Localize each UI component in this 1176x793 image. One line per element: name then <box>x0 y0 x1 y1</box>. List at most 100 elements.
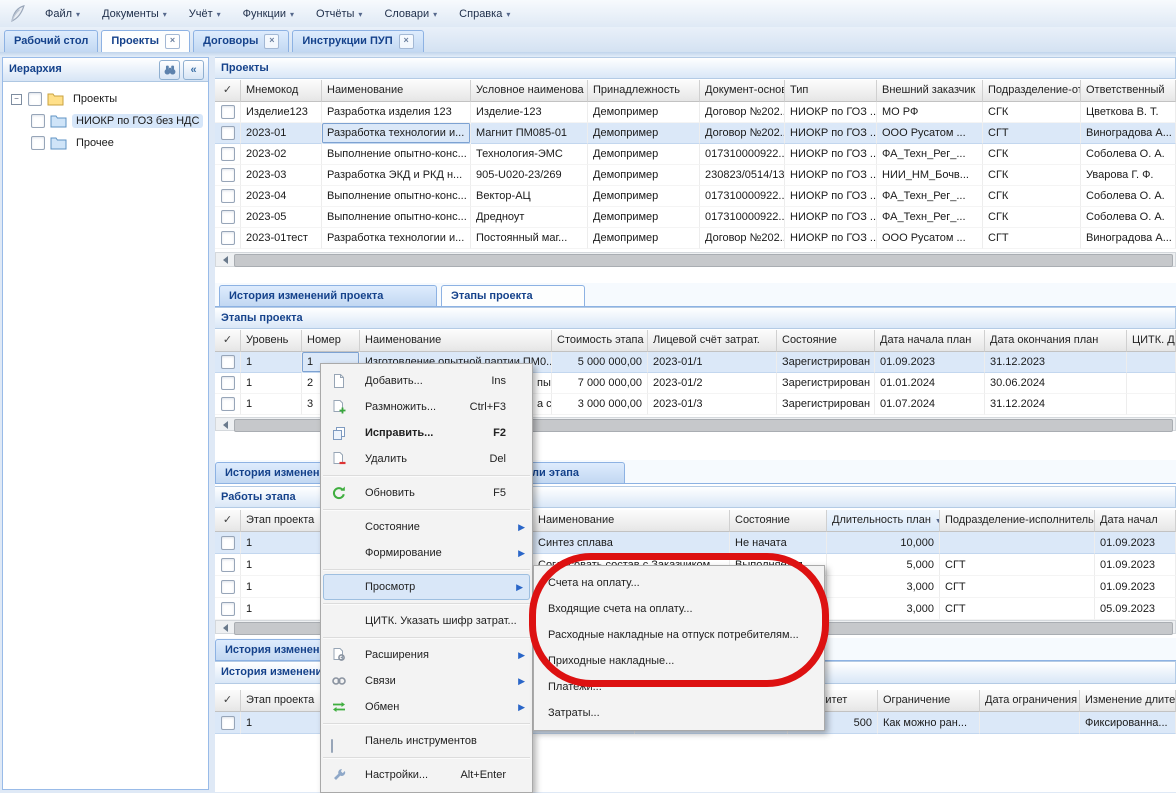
column-header[interactable]: Изменение длител <box>1080 690 1176 712</box>
cell[interactable]: Разработка ЭКД и РКД н... <box>322 165 471 186</box>
column-header[interactable]: Наименование <box>533 510 730 532</box>
checkbox-cell[interactable] <box>215 712 241 734</box>
cell[interactable]: 1 <box>241 532 330 554</box>
column-header[interactable]: Внешний заказчик <box>877 80 983 102</box>
checkbox-cell[interactable] <box>215 554 241 576</box>
cell[interactable]: Дредноут <box>471 207 588 228</box>
menu-item-edit[interactable]: Исправить... F2 <box>321 420 532 446</box>
cell[interactable]: СГК <box>983 144 1081 165</box>
column-header[interactable]: Подразделение-от <box>983 80 1081 102</box>
cell[interactable]: Договор №202... <box>700 228 785 249</box>
column-header[interactable]: Дата окончания план <box>985 330 1127 352</box>
cell[interactable]: 3,000 <box>827 598 940 620</box>
cell[interactable]: Разработка технологии и... <box>322 228 471 249</box>
checkbox-cell[interactable] <box>215 373 241 394</box>
cell[interactable]: ФА_Техн_Рег_... <box>877 144 983 165</box>
cell[interactable]: СГТ <box>940 598 1095 620</box>
cell[interactable]: 31.12.2023 <box>985 352 1127 373</box>
row-checkbox[interactable] <box>221 558 235 572</box>
select-column-header[interactable]: ✓ <box>215 510 241 532</box>
column-header[interactable]: Этап проекта <box>241 690 330 712</box>
cell[interactable]: Фиксированна... <box>1080 712 1176 734</box>
table-row[interactable]: 2023-04Выполнение опытно-конс...Вектор-А… <box>215 186 1176 207</box>
cell[interactable]: Соболева О. А. <box>1081 207 1176 228</box>
cell[interactable]: 01.07.2024 <box>875 394 985 415</box>
cell[interactable]: 017310000922... <box>700 186 785 207</box>
tab-instructions[interactable]: Инструкции ПУП× <box>292 30 423 52</box>
table-row[interactable]: 2023-01Разработка технологии и...Магнит … <box>215 123 1176 144</box>
cell[interactable]: 1 <box>241 554 330 576</box>
submenu-item-outgoing-waybills[interactable]: Расходные накладные на отпуск потребител… <box>534 622 824 648</box>
checkbox-cell[interactable] <box>215 598 241 620</box>
cell[interactable]: Разработка технологии и... <box>322 123 471 144</box>
cell[interactable]: Демопример <box>588 186 700 207</box>
checkbox-cell[interactable] <box>215 144 241 165</box>
cell[interactable]: 1 <box>241 712 330 734</box>
cell[interactable]: 01.09.2023 <box>1095 576 1176 598</box>
cell[interactable]: Не начата <box>730 532 827 554</box>
cell[interactable]: 31.12.2024 <box>985 394 1127 415</box>
cell[interactable]: 5,000 <box>827 554 940 576</box>
menu-item-links[interactable]: Связи ▶ <box>321 668 532 694</box>
cell[interactable]: Магнит ПМ085-01 <box>471 123 588 144</box>
cell[interactable]: Соболева О. А. <box>1081 186 1176 207</box>
cell[interactable] <box>980 712 1080 734</box>
cell[interactable]: НИОКР по ГОЗ ... <box>785 102 877 123</box>
node-checkbox[interactable] <box>28 92 42 106</box>
row-checkbox[interactable] <box>221 210 235 224</box>
cell[interactable]: ФА_Техн_Рег_... <box>877 207 983 228</box>
cell[interactable]: 01.09.2023 <box>1095 532 1176 554</box>
collapse-panel-button[interactable]: « <box>183 60 204 80</box>
cell[interactable]: 017310000922... <box>700 207 785 228</box>
node-checkbox[interactable] <box>31 114 45 128</box>
cell[interactable]: 3 000 000,00 <box>552 394 648 415</box>
tab-project-stages[interactable]: Этапы проекта <box>441 285 585 306</box>
cell[interactable]: Договор №202... <box>700 123 785 144</box>
checkbox-cell[interactable] <box>215 394 241 415</box>
cell[interactable]: 2023-02 <box>241 144 322 165</box>
cell[interactable]: 1 <box>241 352 302 373</box>
column-header[interactable]: Принадлежность <box>588 80 700 102</box>
menubar-item-functions[interactable]: Функции▾ <box>232 4 305 24</box>
cell[interactable]: 2023-04 <box>241 186 322 207</box>
select-column-header[interactable]: ✓ <box>215 80 241 102</box>
row-checkbox[interactable] <box>221 580 235 594</box>
row-checkbox[interactable] <box>221 231 235 245</box>
cell[interactable]: 7 000 000,00 <box>552 373 648 394</box>
menu-item-refresh[interactable]: Обновить F5 <box>321 480 532 506</box>
scroll-left-button[interactable] <box>218 420 232 429</box>
cell[interactable]: ООО Русатом ... <box>877 123 983 144</box>
checkbox-cell[interactable] <box>215 576 241 598</box>
tab-project-history[interactable]: История изменений проекта <box>219 285 437 306</box>
menu-item-settings[interactable]: Настройки... Alt+Enter <box>321 762 532 788</box>
cell[interactable]: 2023-01 <box>241 123 322 144</box>
checkbox-cell[interactable] <box>215 532 241 554</box>
tree-node-niokr[interactable]: НИОКР по ГОЗ без НДС <box>7 110 204 132</box>
column-header[interactable]: Дата начала план <box>875 330 985 352</box>
cell[interactable] <box>940 532 1095 554</box>
table-row[interactable]: 2023-05Выполнение опытно-конс...Дредноут… <box>215 207 1176 228</box>
checkbox-cell[interactable] <box>215 102 241 123</box>
column-header[interactable]: Ответственный <box>1081 80 1176 102</box>
cell[interactable]: Изделие-123 <box>471 102 588 123</box>
cell[interactable]: ФА_Техн_Рег_... <box>877 186 983 207</box>
cell[interactable]: Выполнение опытно-конс... <box>322 144 471 165</box>
cell[interactable]: НИОКР по ГОЗ ... <box>785 123 877 144</box>
cell[interactable]: Зарегистрирован <box>777 352 875 373</box>
column-header[interactable]: Мнемокод <box>241 80 322 102</box>
cell[interactable]: Уварова Г. Ф. <box>1081 165 1176 186</box>
menubar-item-reports[interactable]: Отчёты▾ <box>305 4 373 24</box>
select-column-header[interactable]: ✓ <box>215 690 241 712</box>
table-row[interactable]: 2023-03Разработка ЭКД и РКД н...905-U020… <box>215 165 1176 186</box>
tree-node-other[interactable]: Прочее <box>7 132 204 154</box>
cell[interactable]: 05.09.2023 <box>1095 598 1176 620</box>
search-binoculars-button[interactable] <box>159 60 180 80</box>
row-checkbox[interactable] <box>221 376 235 390</box>
cell[interactable]: Зарегистрирован <box>777 373 875 394</box>
row-checkbox[interactable] <box>221 189 235 203</box>
cell[interactable]: Зарегистрирован <box>777 394 875 415</box>
cell[interactable]: 01.09.2023 <box>875 352 985 373</box>
cell[interactable]: 1 <box>241 576 330 598</box>
cell[interactable] <box>1127 394 1176 415</box>
cell[interactable]: 01.09.2023 <box>1095 554 1176 576</box>
